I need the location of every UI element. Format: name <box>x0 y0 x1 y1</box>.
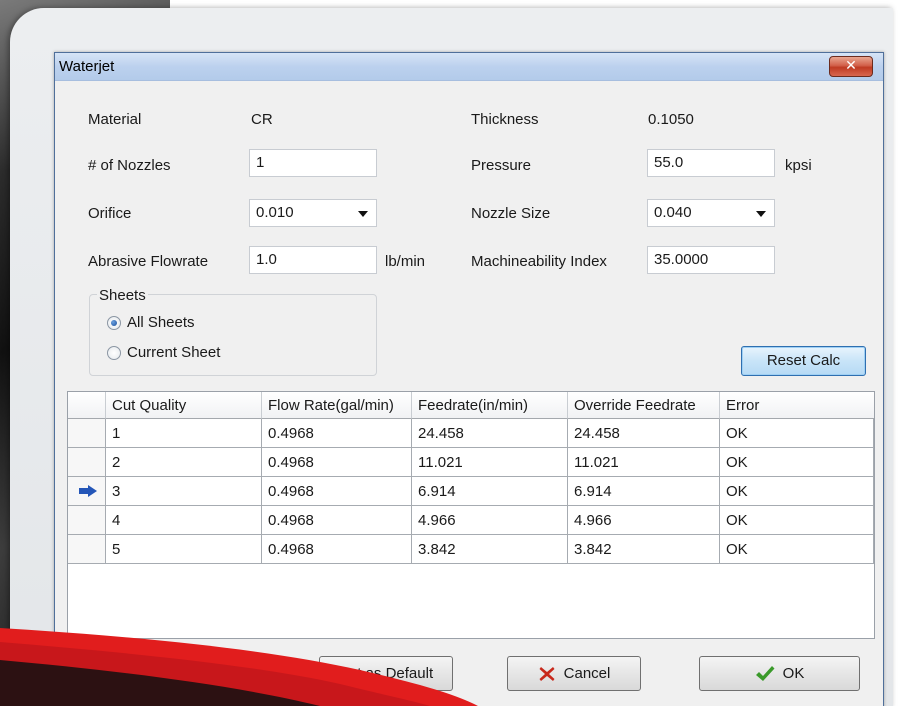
row-header[interactable] <box>68 535 106 564</box>
grid-cell[interactable]: 5 <box>106 535 262 564</box>
grid-corner-header <box>68 392 106 419</box>
abrasive-label: Abrasive Flowrate <box>88 253 209 270</box>
radio-all-sheets[interactable]: All Sheets <box>107 314 195 331</box>
abrasive-unit: lb/min <box>385 253 426 270</box>
title-bar[interactable]: Waterjet ✕ <box>55 53 883 81</box>
abrasive-field[interactable]: 1.0 <box>249 246 377 274</box>
grid-cell[interactable]: 4.966 <box>412 506 568 535</box>
checkmark-icon <box>755 665 775 681</box>
chevron-down-icon <box>756 211 766 217</box>
column-header[interactable]: Override Feedrate <box>568 392 720 419</box>
grid-cell[interactable]: OK <box>720 477 874 506</box>
grid-cell[interactable]: 24.458 <box>568 419 720 448</box>
material-label: Material <box>88 111 142 128</box>
row-header[interactable] <box>68 506 106 535</box>
grid-cell[interactable]: OK <box>720 506 874 535</box>
arrow-right-icon <box>79 485 97 497</box>
pressure-label: Pressure <box>471 157 532 174</box>
grid-cell[interactable]: 4 <box>106 506 262 535</box>
sheets-group-title: Sheets <box>97 287 148 304</box>
row-header-current[interactable] <box>68 477 106 506</box>
grid-cell[interactable]: 1 <box>106 419 262 448</box>
radio-unselected-icon <box>107 345 121 360</box>
ok-button[interactable]: OK <box>699 656 860 691</box>
set-as-default-label: Set as Default <box>338 665 434 682</box>
material-value: CR <box>251 111 273 128</box>
nozzle-size-dropdown[interactable]: 0.040 <box>647 199 775 227</box>
grid-cell[interactable]: 3 <box>106 477 262 506</box>
grid-cell[interactable]: OK <box>720 535 874 564</box>
column-header[interactable]: Flow Rate(gal/min) <box>262 392 412 419</box>
grid-cell[interactable]: 11.021 <box>568 448 720 477</box>
orifice-value: 0.010 <box>256 204 294 221</box>
reset-calc-button[interactable]: Reset Calc <box>741 346 866 376</box>
machineability-label: Machineability Index <box>471 253 607 270</box>
grid-cell[interactable]: 4.966 <box>568 506 720 535</box>
grid-cell[interactable]: 3.842 <box>568 535 720 564</box>
background-right <box>893 0 921 706</box>
radio-label: All Sheets <box>127 314 195 331</box>
grid-cell[interactable]: 6.914 <box>412 477 568 506</box>
radio-selected-icon <box>107 315 121 330</box>
machineability-field[interactable]: 35.0000 <box>647 246 775 274</box>
cancel-button[interactable]: Cancel <box>507 656 641 691</box>
cancel-label: Cancel <box>563 665 611 682</box>
thickness-label: Thickness <box>471 111 539 128</box>
grid-cell[interactable]: 24.458 <box>412 419 568 448</box>
radio-label: Current Sheet <box>127 344 221 361</box>
set-as-default-button[interactable]: Set as Default <box>319 656 453 691</box>
grid-cell[interactable]: 11.021 <box>412 448 568 477</box>
nozzle-size-label: Nozzle Size <box>471 205 551 222</box>
thickness-value: 0.1050 <box>648 111 694 128</box>
chevron-down-icon <box>358 211 368 217</box>
pressure-unit: kpsi <box>785 157 812 174</box>
column-header[interactable]: Error <box>720 392 874 419</box>
grid-cell[interactable]: 0.4968 <box>262 448 412 477</box>
nozzle-size-value: 0.040 <box>654 204 692 221</box>
window-title: Waterjet <box>59 58 115 75</box>
waterjet-dialog: Waterjet ✕ Material CR Thickness 0.1050 … <box>54 52 884 706</box>
grid-cell[interactable]: OK <box>720 448 874 477</box>
x-icon <box>539 666 555 681</box>
close-button[interactable]: ✕ <box>829 56 873 77</box>
grid-cell[interactable]: 0.4968 <box>262 419 412 448</box>
nozzles-field[interactable]: 1 <box>249 149 377 177</box>
sheets-group <box>89 294 377 376</box>
close-icon: ✕ <box>845 58 857 74</box>
ok-label: OK <box>782 665 805 682</box>
grid-cell[interactable]: 0.4968 <box>262 506 412 535</box>
orifice-dropdown[interactable]: 0.010 <box>249 199 377 227</box>
row-header[interactable] <box>68 448 106 477</box>
grid-cell[interactable]: 2 <box>106 448 262 477</box>
orifice-label: Orifice <box>88 205 132 222</box>
row-header[interactable] <box>68 419 106 448</box>
nozzles-label: # of Nozzles <box>88 157 171 174</box>
pressure-field[interactable]: 55.0 <box>647 149 775 177</box>
radio-current-sheet[interactable]: Current Sheet <box>107 344 220 361</box>
grid-cell[interactable]: 3.842 <box>412 535 568 564</box>
grid-cell[interactable]: OK <box>720 419 874 448</box>
grid-cell[interactable]: 6.914 <box>568 477 720 506</box>
column-header[interactable]: Cut Quality <box>106 392 262 419</box>
grid-cell[interactable]: 0.4968 <box>262 535 412 564</box>
cut-quality-grid[interactable]: Cut Quality Flow Rate(gal/min) Feedrate(… <box>67 391 875 639</box>
grid-cell[interactable]: 0.4968 <box>262 477 412 506</box>
column-header[interactable]: Feedrate(in/min) <box>412 392 568 419</box>
